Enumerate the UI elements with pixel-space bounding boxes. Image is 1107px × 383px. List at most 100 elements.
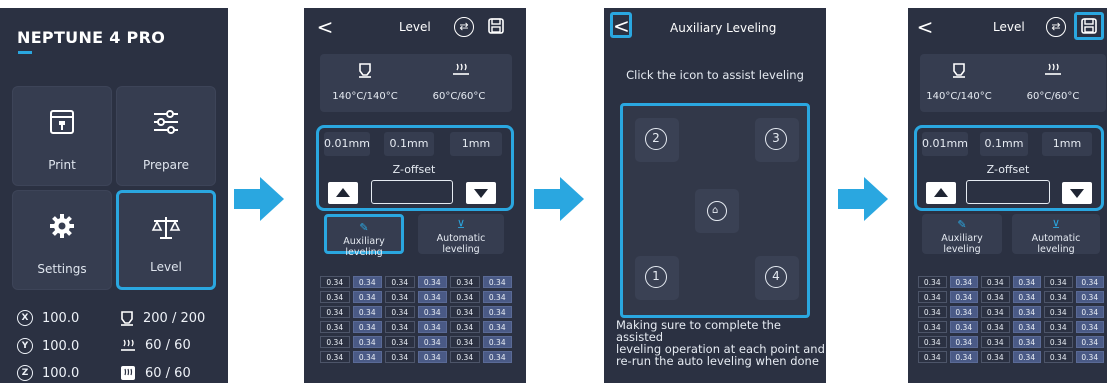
z-offset-label: Z-offset [986,163,1030,176]
mesh-cell: 0.34 [981,351,1010,363]
brand-title: NEPTUNE 4 PRO [17,28,166,47]
print-tile[interactable]: Print [12,86,112,186]
mesh-cell: 0.34 [918,321,947,333]
mesh-cell: 0.34 [450,321,480,333]
level-tile[interactable]: Level [116,190,216,290]
auxiliary-leveling-button[interactable]: ✎ Auxiliary leveling [324,214,404,258]
completion-note-line-3: re-run the auto leveling when done [616,354,819,368]
mesh-cell: 0.34 [450,336,480,348]
nozzle-temp-readout: 140°C/140°C [332,91,398,102]
settings-label: Settings [37,262,87,276]
point-3-button[interactable]: 3 [755,118,799,162]
mesh-cell: 0.34 [918,306,947,318]
mesh-cell: 0.34 [417,336,447,348]
automatic-leveling-button[interactable]: ⊻ Automatic leveling [1012,214,1100,255]
mesh-cell: 0.34 [1012,306,1041,318]
point-1-label: 1 [645,266,667,288]
level-title: Level [399,20,431,34]
prepare-tile[interactable]: Prepare [116,86,216,186]
mesh-cell: 0.34 [981,321,1010,333]
save-button[interactable] [1074,12,1104,40]
mesh-cell: 0.34 [417,321,447,333]
point-2-button[interactable]: 2 [635,118,679,162]
back-button[interactable]: < [314,16,336,40]
y-value: 100.0 [42,338,80,354]
auxiliary-leveling-icon: ✎ [957,218,967,231]
mesh-cell: 0.34 [949,336,978,348]
back-button[interactable]: < [610,12,632,38]
mesh-cell: 0.34 [1012,351,1041,363]
z-up-button[interactable] [926,182,956,204]
point-2-label: 2 [645,128,667,150]
mesh-cell: 0.34 [352,336,382,348]
z-offset-input[interactable] [371,180,453,204]
automatic-leveling-label: Automatic leveling [436,233,486,255]
chamber-icon [121,366,135,380]
z-offset-label: Z-offset [392,163,436,176]
mesh-cell: 0.34 [450,291,480,303]
mesh-cell: 0.34 [1075,321,1104,333]
mesh-cell: 0.34 [352,321,382,333]
level-title: Level [993,20,1025,34]
save-button[interactable] [484,14,508,38]
swap-icon[interactable]: ⇄ [454,17,474,37]
step-1mm-button[interactable]: 1mm [1042,132,1092,156]
step-1mm-button[interactable]: 1mm [450,132,502,156]
back-button[interactable]: < [914,16,936,40]
swap-icon[interactable]: ⇄ [1046,17,1066,37]
z-axis-icon: Z [17,365,33,381]
prepare-label: Prepare [142,158,190,172]
bed-temp-value: 60 / 60 [145,338,191,353]
leveling-points-panel: 2 3 ⌂ 1 4 [620,103,810,318]
home-button[interactable]: ⌂ [695,189,739,233]
mesh-cell: 0.34 [981,306,1010,318]
mesh-cell: 0.34 [482,336,512,348]
level-screen: < Level ⇄ 140°C/140°C 60°C/60°C 0.01mm 0… [304,8,526,383]
mesh-cell: 0.34 [949,276,978,288]
home-icon: ⌂ [712,205,719,216]
mesh-cell: 0.34 [918,351,947,363]
level-screen-save: < Level ⇄ 140°C/140°C 60°C/60°C 0.01mm 0… [908,8,1107,383]
mesh-cell: 0.34 [949,351,978,363]
mesh-cell: 0.34 [450,276,480,288]
settings-tile[interactable]: Settings [12,190,112,290]
point-1-button[interactable]: 1 [635,256,679,300]
nozzle-icon [359,63,371,78]
mesh-cell: 0.34 [320,276,350,288]
gear-icon [50,214,74,238]
mesh-cell: 0.34 [320,291,350,303]
mesh-cell: 0.34 [385,336,415,348]
z-down-button[interactable] [466,182,496,204]
bed-temp-readout: 60°C/60°C [432,91,486,102]
heated-bed-icon [453,63,469,75]
mesh-cell: 0.34 [385,306,415,318]
mesh-cell: 0.34 [918,336,947,348]
mesh-cell: 0.34 [482,321,512,333]
mesh-cell: 0.34 [385,291,415,303]
mesh-cell: 0.34 [918,291,947,303]
mesh-cell: 0.34 [949,291,978,303]
step-0.1mm-button[interactable]: 0.1mm [980,132,1028,156]
step-0.01mm-button[interactable]: 0.01mm [922,132,968,156]
mesh-cell: 0.34 [450,306,480,318]
heated-bed-icon [1045,63,1061,75]
mesh-cell: 0.34 [1044,291,1073,303]
x-value: 100.0 [42,310,80,326]
y-position: Y 100.0 [17,338,79,354]
mesh-cell: 0.34 [1044,306,1073,318]
automatic-leveling-button[interactable]: ⊻ Automatic leveling [418,214,504,255]
step-0.1mm-button[interactable]: 0.1mm [384,132,434,156]
mesh-cell: 0.34 [482,276,512,288]
step-0.01mm-button[interactable]: 0.01mm [324,132,370,156]
mesh-cell: 0.34 [949,306,978,318]
level-label: Level [150,260,182,274]
z-offset-input[interactable] [966,180,1050,204]
mesh-cell: 0.34 [1075,351,1104,363]
auxiliary-leveling-button[interactable]: ✎ Auxiliary leveling [922,214,1002,255]
z-up-button[interactable] [328,182,358,204]
nozzle-temp: 200 / 200 [120,310,205,326]
point-4-button[interactable]: 4 [755,256,799,300]
z-down-button[interactable] [1062,182,1092,204]
mesh-cell: 0.34 [1044,351,1073,363]
mesh-cell: 0.34 [949,321,978,333]
